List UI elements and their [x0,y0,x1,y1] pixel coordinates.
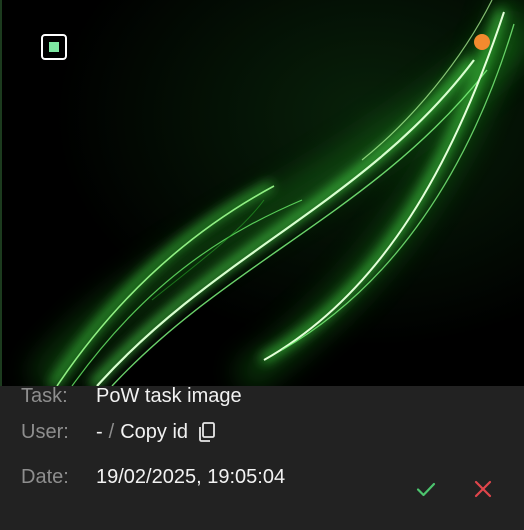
checkbox-check-mark [49,42,59,52]
copy-icon[interactable] [198,422,216,442]
approve-button[interactable] [412,475,440,503]
user-label: User: [21,421,69,443]
status-dot-icon [474,34,490,50]
date-value: 19/02/2025, 19:05:04 [96,466,286,488]
task-image[interactable] [0,0,524,386]
green-streaks-image [2,0,524,386]
user-value-group: - / Copy id [96,420,216,444]
task-value: PoW task image [96,385,242,407]
select-checkbox[interactable] [41,34,67,60]
check-icon [416,482,436,497]
user-value: - [96,421,103,443]
user-separator: / [108,421,115,443]
task-card: Task: PoW task image User: - / Copy id D… [0,0,524,530]
close-icon [474,480,492,498]
copy-id-link[interactable]: Copy id [120,420,188,444]
task-label: Task: [21,385,68,407]
task-details: Task: PoW task image User: - / Copy id D… [0,385,524,530]
reject-button[interactable] [469,475,497,503]
date-label: Date: [21,466,69,488]
